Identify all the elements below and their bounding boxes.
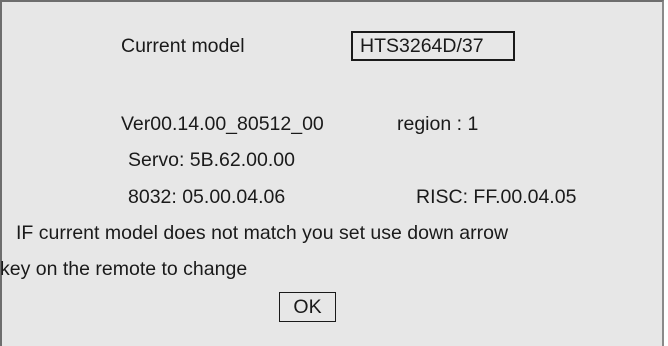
- region-value: region : 1: [397, 113, 479, 135]
- chip-8032-version: 8032: 05.00.04.06: [128, 186, 286, 208]
- instruction-line-2: key on the remote to change: [0, 258, 248, 280]
- current-model-label: Current model: [121, 35, 245, 57]
- servo-version: Servo: 5B.62.00.00: [128, 149, 295, 171]
- firmware-version: Ver00.14.00_80512_00: [121, 113, 324, 135]
- instruction-line-1: IF current model does not match you set …: [16, 222, 509, 244]
- current-model-field[interactable]: HTS3264D/37: [351, 31, 515, 61]
- version-info-screen: Current model HTS3264D/37 Ver00.14.00_80…: [0, 0, 664, 346]
- risc-version: RISC: FF.00.04.05: [416, 186, 577, 208]
- ok-button[interactable]: OK: [279, 292, 336, 322]
